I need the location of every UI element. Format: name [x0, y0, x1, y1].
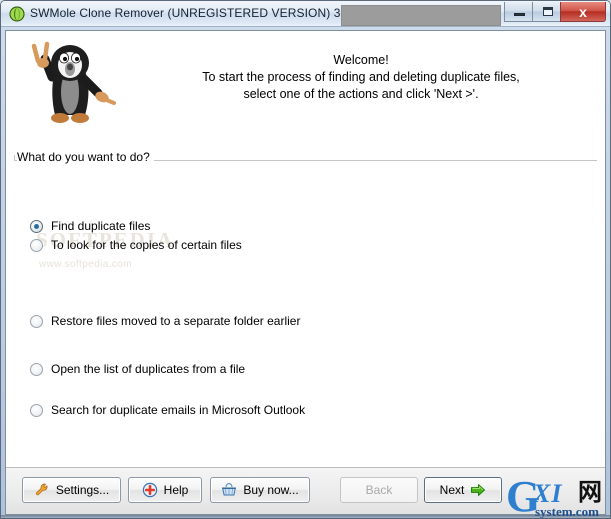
radio-icon[interactable]	[30, 362, 43, 376]
next-button-label: Next	[439, 483, 465, 497]
radio-option-open-list[interactable]: Open the list of duplicates from a file	[30, 360, 245, 378]
welcome-line-2: To start the process of finding and dele…	[202, 70, 520, 84]
welcome-text: Welcome! To start the process of finding…	[126, 52, 596, 103]
maximize-icon	[543, 7, 553, 16]
settings-button-label: Settings...	[55, 483, 110, 497]
radio-option-label: Restore files moved to a separate folder…	[51, 314, 301, 328]
green-arrow-right-icon	[470, 482, 486, 498]
settings-button[interactable]: Settings...	[22, 477, 121, 503]
radio-option-label: Search for duplicate emails in Microsoft…	[51, 403, 306, 417]
app-logo-icon	[9, 6, 25, 22]
next-button[interactable]: Next	[424, 477, 502, 503]
content-panel: Welcome! To start the process of finding…	[6, 31, 605, 466]
help-button-label: Help	[163, 483, 189, 497]
title-bar[interactable]: SWMole Clone Remover (UNREGISTERED VERSI…	[1, 1, 610, 27]
window-controls: x	[504, 2, 606, 24]
groupbox-divider-left	[14, 155, 15, 161]
groupbox-label: What do you want to do?	[17, 150, 154, 164]
softpedia-watermark-url: www.softpedia.com	[39, 259, 132, 270]
welcome-line-1: Welcome!	[333, 53, 389, 67]
minimize-icon	[514, 13, 525, 16]
close-button[interactable]: x	[560, 2, 606, 22]
back-button: Back	[340, 477, 418, 503]
radio-icon[interactable]	[30, 238, 43, 252]
radio-icon[interactable]	[30, 219, 43, 233]
client-area: Welcome! To start the process of finding…	[5, 30, 606, 515]
title-bar-filler	[341, 5, 501, 26]
radio-icon[interactable]	[30, 314, 43, 328]
radio-option-search-outlook[interactable]: Search for duplicate emails in Microsoft…	[30, 401, 305, 419]
button-bar: Settings... Help Buy now... Back Next	[6, 467, 605, 514]
radio-option-restore-files[interactable]: Restore files moved to a separate folder…	[30, 312, 300, 330]
welcome-line-3: select one of the actions and click 'Nex…	[243, 87, 479, 101]
radio-option-label: To look for the copies of certain files	[51, 238, 242, 252]
window-drop-shadow	[1, 515, 610, 519]
radio-icon[interactable]	[30, 403, 43, 417]
maximize-button[interactable]	[532, 2, 561, 22]
radio-option-look-for-copies[interactable]: To look for the copies of certain files	[30, 236, 242, 254]
wrench-icon	[34, 482, 50, 498]
buy-now-button[interactable]: Buy now...	[210, 477, 310, 503]
mole-mascot-icon	[18, 37, 128, 129]
radio-option-label: Open the list of duplicates from a file	[51, 362, 246, 376]
close-icon: x	[579, 4, 587, 20]
radio-option-label: Find duplicate files	[51, 219, 151, 233]
minimize-button[interactable]	[504, 2, 533, 22]
back-button-label: Back	[365, 483, 393, 497]
shopping-basket-icon	[221, 482, 237, 498]
help-plus-icon	[142, 482, 158, 498]
radio-option-find-duplicate-files[interactable]: Find duplicate files	[30, 217, 150, 235]
window-title: SWMole Clone Remover (UNREGISTERED VERSI…	[30, 6, 351, 20]
buy-now-button-label: Buy now...	[243, 483, 299, 497]
application-window: SWMole Clone Remover (UNREGISTERED VERSI…	[0, 0, 611, 519]
help-button[interactable]: Help	[128, 477, 202, 503]
